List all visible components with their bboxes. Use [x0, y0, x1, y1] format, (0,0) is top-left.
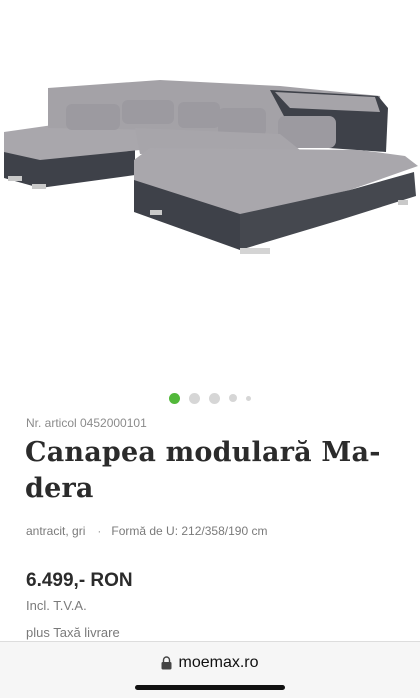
browser-address-bar[interactable]: moemax.ro: [0, 641, 420, 698]
product-shape: Formă de U: 212/358/190 cm: [111, 524, 268, 538]
url-display[interactable]: moemax.ro: [0, 654, 420, 672]
product-title-bold: Canapea: [25, 437, 157, 468]
product-color: antracit, gri: [26, 524, 86, 538]
carousel-dot[interactable]: [209, 392, 220, 404]
url-text: moemax.ro: [178, 654, 259, 671]
lock-icon: [161, 656, 172, 670]
delivery-fee-link[interactable]: plus Taxă livrare: [26, 625, 120, 640]
article-number: Nr. articol 0452000101: [26, 416, 147, 430]
carousel-dot[interactable]: [229, 394, 237, 402]
attribute-separator: ·: [97, 524, 102, 538]
carousel-dot[interactable]: [189, 392, 200, 404]
product-image[interactable]: [0, 0, 420, 380]
image-carousel-dots[interactable]: [0, 392, 420, 404]
carousel-dot-active[interactable]: [169, 392, 180, 404]
sofa-illustration: [4, 80, 418, 254]
home-indicator: [135, 685, 285, 690]
product-attributes: antracit, gri · Formă de U: 212/358/190 …: [26, 524, 267, 538]
carousel-dot[interactable]: [246, 395, 251, 401]
product-title: Canapea modulară Ma- dera: [25, 435, 395, 507]
vat-note: Incl. T.V.A.: [26, 598, 87, 613]
product-price: 6.499,- RON: [26, 570, 133, 591]
